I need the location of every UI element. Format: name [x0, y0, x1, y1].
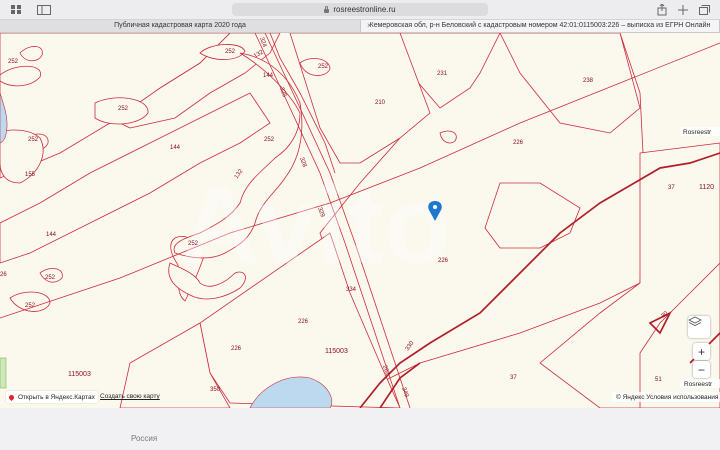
browser-toolbar: rosreestronline.ru: [0, 0, 720, 20]
open-yandex-maps-link[interactable]: Открыть в Яндекс.Картах: [6, 391, 98, 403]
label-252-d: 252: [118, 106, 129, 112]
label-226-a: 226: [513, 140, 524, 146]
grid-icon[interactable]: [6, 3, 26, 16]
label-252-i: 252: [25, 303, 36, 309]
grid-icon-glyph: [11, 5, 21, 14]
yandex-terms[interactable]: © Яндекс Условия использования: [616, 393, 719, 401]
label-334: 334: [346, 287, 357, 293]
label-350: 350: [210, 387, 221, 393]
map-canvas[interactable]: Avito 252 252 252 252 252 252 252 252 25…: [0, 33, 720, 408]
close-tab-icon[interactable]: ×: [367, 20, 372, 32]
url-text: rosreestronline.ru: [333, 5, 396, 14]
sidebar-icon-glyph: [37, 4, 51, 15]
label-37-a: 37: [668, 185, 675, 191]
sidebar-icon[interactable]: [34, 3, 54, 16]
label-252-f: 252: [264, 137, 275, 143]
label-26: 26: [0, 272, 7, 278]
layers-button[interactable]: [688, 316, 710, 338]
tab-cadastral-map-label: Публичная кадастровая карта 2020 года: [114, 22, 246, 29]
label-252-e: 252: [28, 137, 39, 143]
tabs-overview-icon[interactable]: [694, 3, 714, 16]
tab-egrn-extract-label: Кемеровская обл, р-н Беловский с кадастр…: [369, 22, 711, 29]
label-1120: 1120: [699, 184, 714, 191]
label-37-b: 37: [510, 375, 517, 381]
layers-icon: [688, 316, 702, 326]
zoom-out-button[interactable]: −: [693, 361, 710, 378]
zoom-in-button[interactable]: +: [693, 343, 710, 360]
open-yandex-maps-label: Открыть в Яндекс.Картах: [18, 393, 95, 401]
attribution-bottom: Rosreestr: [684, 381, 713, 388]
share-icon[interactable]: [652, 3, 672, 16]
label-349: 349: [400, 387, 409, 399]
attribution-top: Rosreestr: [683, 129, 712, 136]
plus-icon: [678, 4, 688, 15]
quarter-label-a: 115003: [325, 348, 348, 355]
label-252-a: 252: [8, 59, 19, 65]
yandex-pin-icon: [7, 393, 16, 401]
label-252-c: 252: [318, 64, 329, 70]
label-51: 51: [655, 377, 662, 383]
label-155: 155: [25, 172, 36, 178]
label-252-g: 252: [188, 241, 199, 247]
share-icon-glyph: [657, 3, 667, 15]
label-144-c: 144: [46, 232, 57, 238]
page-footer: Россия: [0, 408, 720, 450]
tab-egrn-extract[interactable]: × Кемеровская обл, р-н Беловский с кадас…: [360, 20, 720, 32]
label-226-c: 226: [298, 319, 309, 325]
lock-icon: [324, 5, 330, 13]
quarter-label-b: 115003: [68, 371, 91, 378]
label-226-d: 226: [231, 346, 242, 352]
tabs-icon-glyph: [698, 4, 710, 15]
address-bar[interactable]: rosreestronline.ru: [232, 3, 488, 16]
tab-bar: Публичная кадастровая карта 2020 года × …: [0, 20, 720, 33]
country-label[interactable]: Россия: [131, 434, 157, 443]
label-144-a: 144: [263, 73, 274, 79]
label-226-b: 226: [438, 258, 449, 264]
create-map-link[interactable]: Создать свою карту: [100, 391, 160, 403]
new-tab-icon[interactable]: [673, 3, 693, 16]
label-238: 238: [583, 78, 594, 84]
label-252-b: 252: [225, 49, 236, 55]
label-231: 231: [437, 71, 448, 77]
cadastral-map[interactable]: Avito 252 252 252 252 252 252 252 252 25…: [0, 33, 720, 408]
green-area: [0, 357, 7, 389]
tab-cadastral-map[interactable]: Публичная кадастровая карта 2020 года: [0, 20, 360, 32]
label-144-b: 144: [170, 145, 181, 151]
label-252-h: 252: [45, 275, 56, 281]
label-210: 210: [375, 100, 386, 106]
avito-watermark: Avito: [180, 164, 451, 287]
